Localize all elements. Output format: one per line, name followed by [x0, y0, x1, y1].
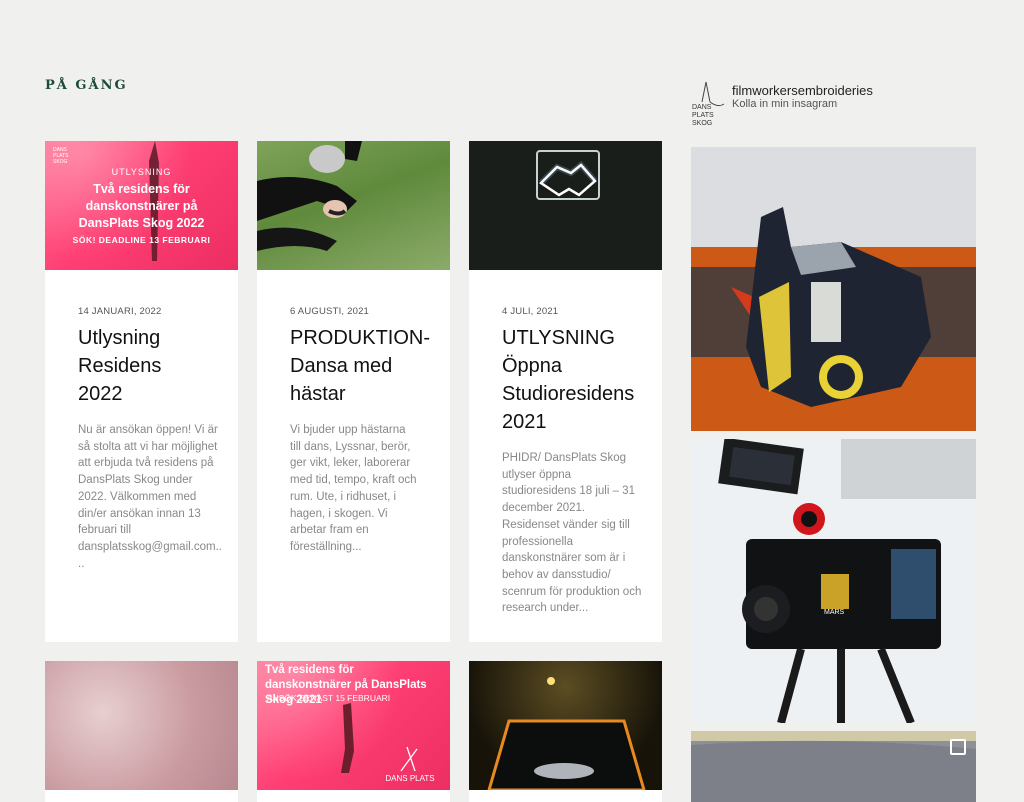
post-date: 6 AUGUSTI, 2021 [290, 306, 370, 317]
dancer-figure-icon [341, 703, 418, 773]
post-excerpt: PHIDR/ DansPlats Skog utlyser öppna stud… [502, 452, 642, 615]
post-card[interactable] [469, 661, 662, 802]
post-image[interactable]: Två residens för danskonstnärer på DansP… [257, 661, 450, 790]
section-title: PÅ GÅNG [45, 78, 128, 93]
post-image[interactable] [257, 141, 450, 270]
instagram-post-image[interactable]: MARS [691, 439, 976, 723]
cinema-camera-photo-icon: MARS [691, 439, 976, 723]
embroidered-patch-photo-icon [691, 147, 976, 431]
svg-text:MARS: MARS [824, 609, 845, 616]
post-excerpt: Vi bjuder upp hästarna till dans, Lyssna… [290, 424, 417, 553]
svg-text:SKOG: SKOG [53, 159, 68, 165]
post-title[interactable]: Utlysning Residens 2022 [78, 324, 188, 408]
post-image[interactable] [469, 141, 662, 270]
dancer-photo-icon [257, 141, 362, 251]
instagram-username[interactable]: filmworkersembroideries [732, 83, 873, 98]
post-card[interactable]: 6 AUGUSTI, 2021 PRODUKTION- Dansa med hä… [257, 141, 450, 642]
svg-text:SKOG: SKOG [692, 120, 712, 127]
post-date: 4 JULI, 2021 [502, 306, 559, 317]
instagram-subtitle: Kolla in min insagram [732, 98, 838, 110]
post-card[interactable]: Två residens för danskonstnärer på DansP… [257, 661, 450, 802]
post-card[interactable] [45, 661, 238, 802]
post-image[interactable] [45, 661, 238, 790]
image-headline: Två residens för danskonstnärer på DansP… [78, 182, 205, 230]
post-title[interactable]: UTLYSNING Öppna Studioresidens 2021 [502, 324, 652, 436]
image-logo-text: DANS PLATS [385, 774, 435, 783]
svg-text:DANS: DANS [692, 104, 712, 111]
instagram-post-image[interactable] [691, 147, 976, 431]
post-image[interactable] [469, 661, 662, 790]
post-card[interactable]: 4 JULI, 2021 UTLYSNING Öppna Studioresid… [469, 141, 662, 642]
post-image[interactable]: DANS PLATS SKOG UTLYSNING Två residens f… [45, 141, 238, 270]
stage-photo-icon [487, 677, 646, 790]
svg-text:PLATS: PLATS [692, 112, 714, 119]
post-date: 14 JANUARI, 2022 [78, 306, 162, 317]
image-label: UTLYSNING [111, 167, 172, 177]
image-deadline: SÖK! DEADLINE 13 FEBRUARI [72, 235, 211, 245]
post-title[interactable]: PRODUKTION- Dansa med hästar [290, 324, 440, 408]
dansplats-logo-icon: DANS PLATS SKOG [692, 81, 725, 127]
instagram-post-image[interactable] [691, 731, 976, 802]
fabric-photo-icon [691, 731, 976, 802]
post-excerpt: Nu är ansökan öppen! Vi är så stolta att… [78, 424, 222, 570]
post-card[interactable]: DANS PLATS SKOG UTLYSNING Två residens f… [45, 141, 238, 642]
neon-handshake-icon [536, 150, 600, 200]
carousel-icon [950, 739, 966, 755]
